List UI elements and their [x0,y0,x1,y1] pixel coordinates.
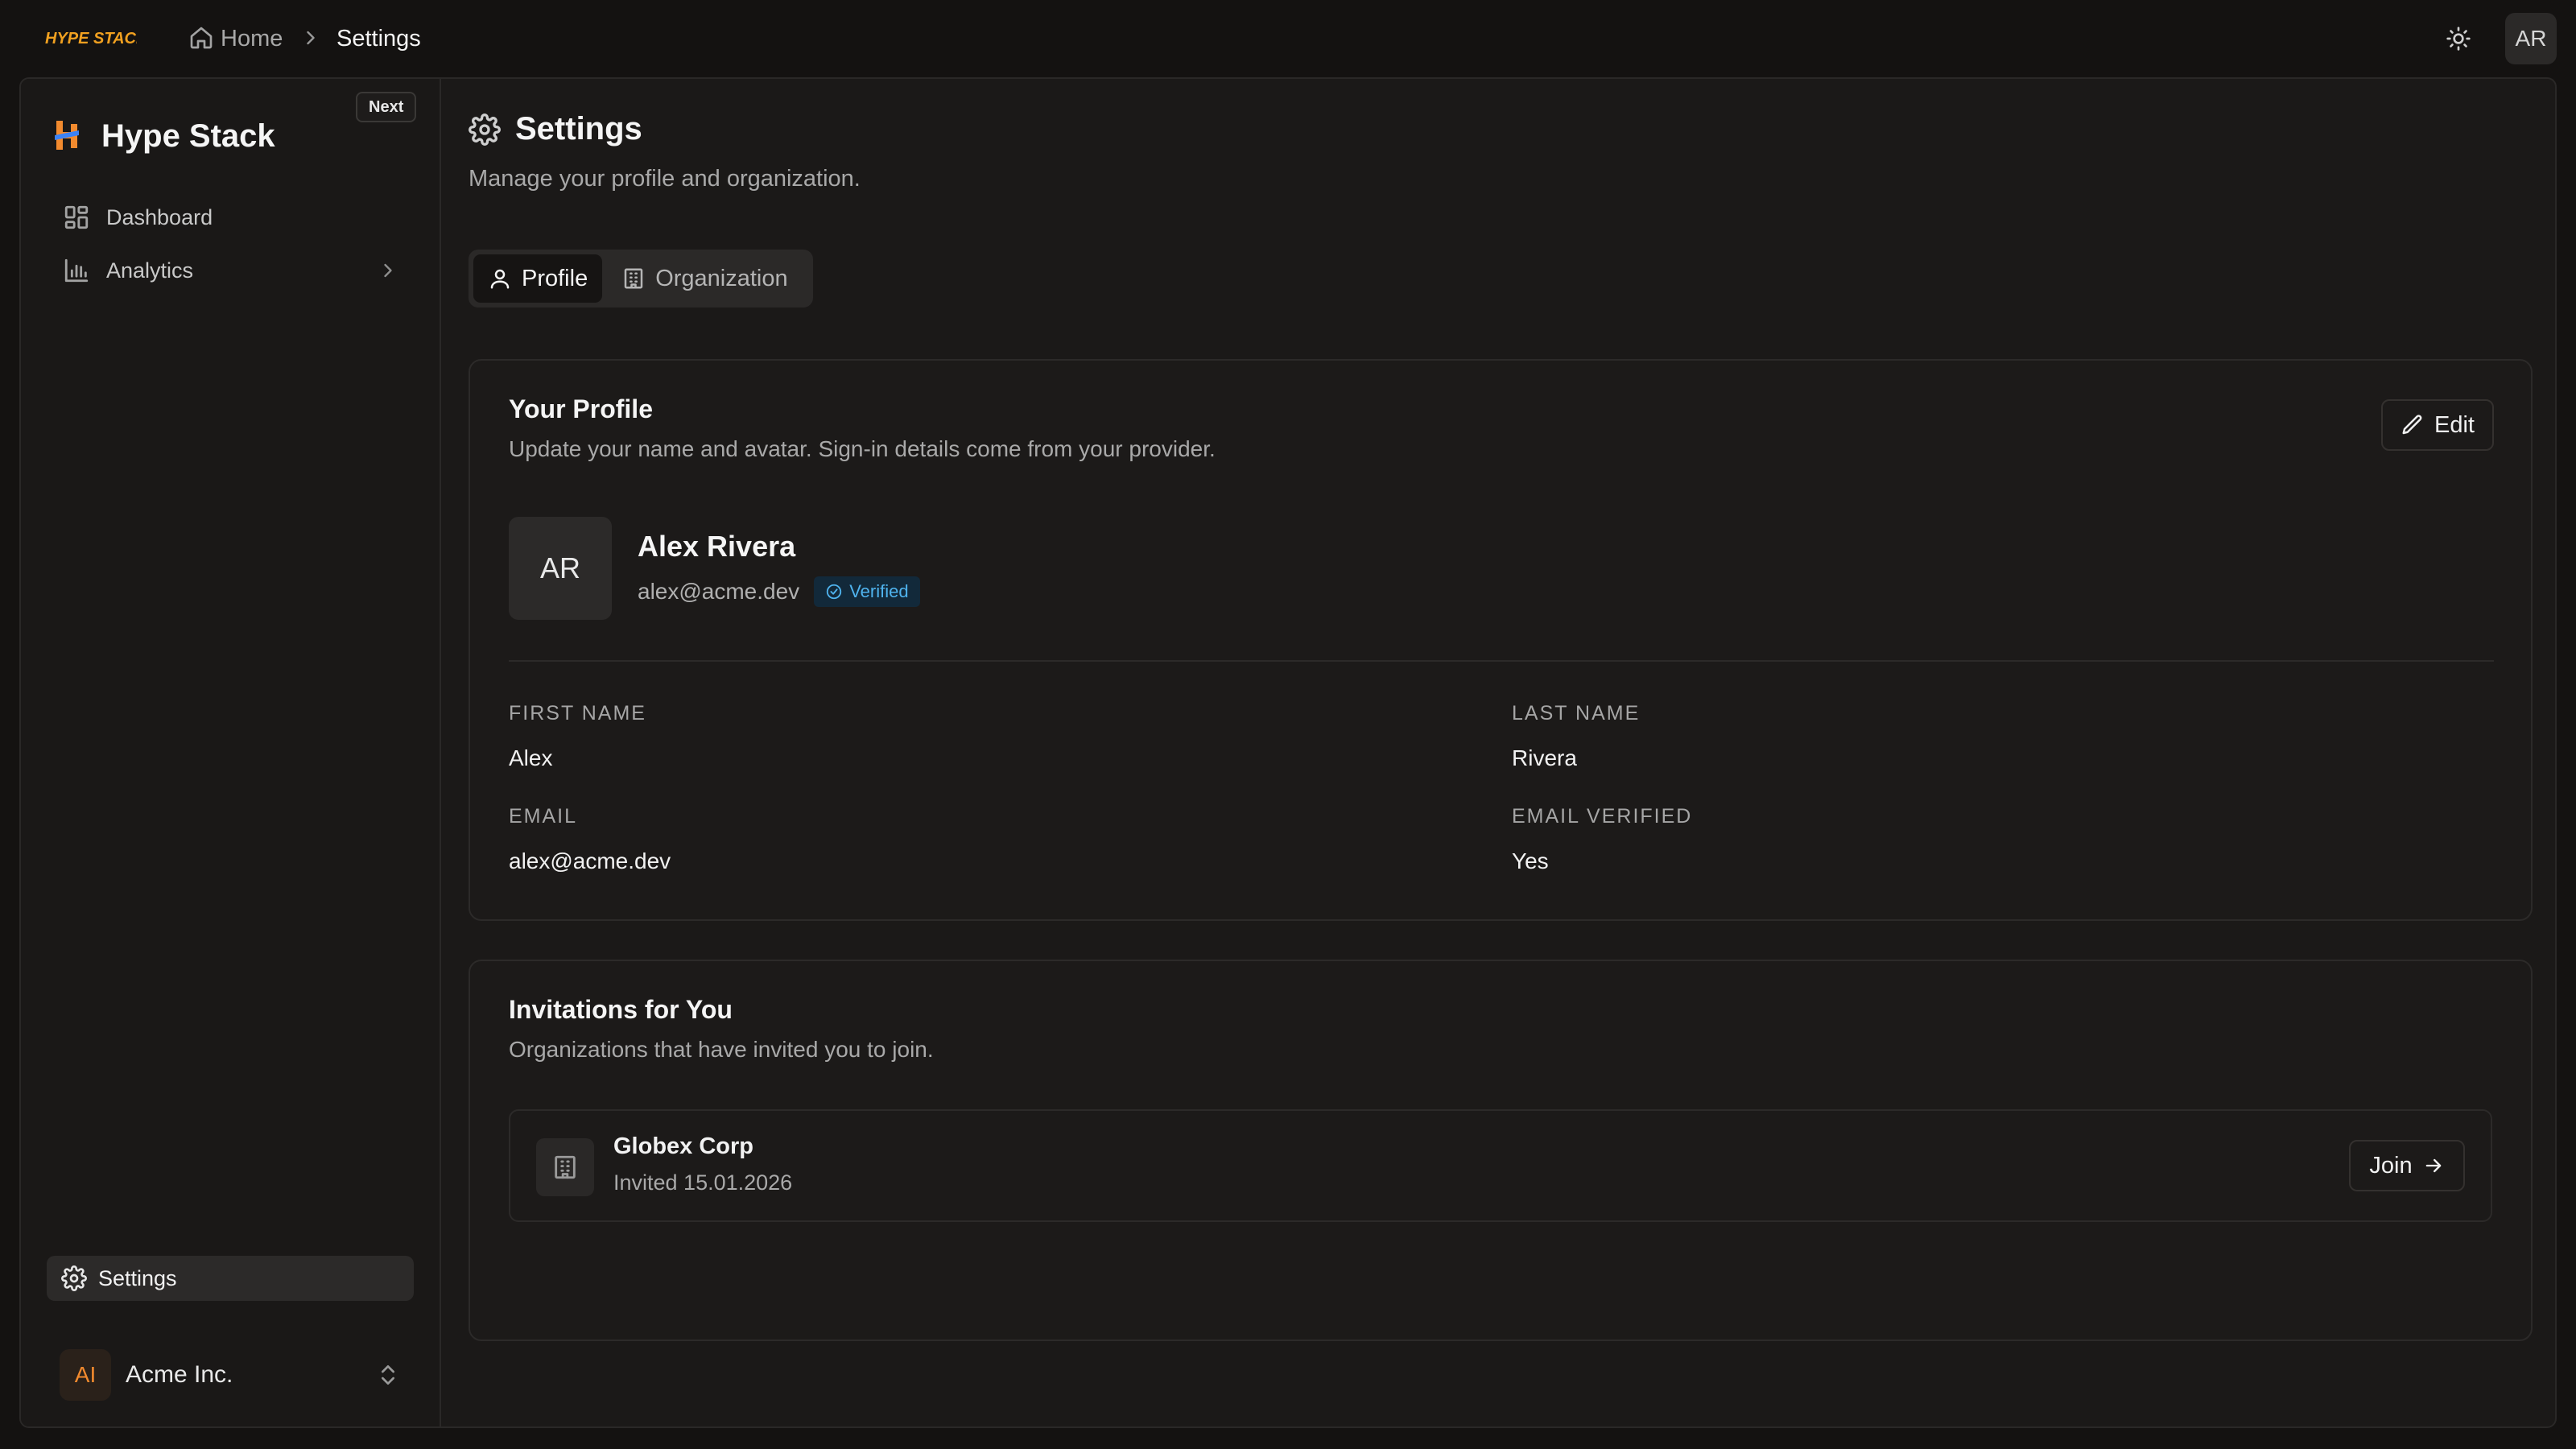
divider [509,660,2494,662]
email-verified-label: EMAIL VERIFIED [1512,805,1693,828]
building-icon [536,1138,594,1196]
profile-name: Alex Rivera [638,530,796,563]
sidebar: Hype Stack Next Dashboard Analytics Sett… [21,79,441,1426]
svg-text:HYPE STACK: HYPE STACK [45,30,137,47]
page-subtitle: Manage your profile and organization. [469,166,861,192]
org-avatar: AI [60,1349,111,1401]
arrow-right-icon [2425,1158,2441,1173]
join-button[interactable]: Join [2349,1140,2465,1191]
page-header: Settings [469,111,642,147]
edit-label: Edit [2434,411,2475,438]
sun-icon [2446,27,2471,51]
edit-profile-button[interactable]: Edit [2381,399,2494,451]
profile-email: alex@acme.dev [638,579,800,604]
user-avatar-button[interactable]: AR [2505,13,2557,64]
join-label: Join [2369,1152,2413,1179]
gear-icon [469,113,501,146]
sidebar-item-label: Analytics [106,258,194,283]
org-name: Acme Inc. [126,1361,233,1388]
sidebar-item-label: Dashboard [106,204,213,229]
first-name-value: Alex [509,745,553,770]
chevrons-up-down-icon [382,1365,394,1385]
breadcrumb-current: Settings [336,26,421,52]
chart-bar-icon [64,258,89,283]
page-title: Settings [515,111,642,147]
theme-toggle-button[interactable] [2442,23,2475,55]
tab-label: Organization [655,265,788,291]
tab-organization[interactable]: Organization [607,254,802,303]
tab-profile[interactable]: Profile [473,254,603,303]
brand-logo-icon [55,121,79,150]
sidebar-item-settings[interactable]: Settings [47,1256,414,1301]
profile-card: Your Profile Update your name and avatar… [469,359,2533,921]
email-value: alex@acme.dev [509,848,671,873]
email-label: EMAIL [509,805,578,828]
pencil-icon [2402,415,2422,435]
gear-icon [61,1265,87,1291]
dashboard-icon [64,205,89,229]
chevron-right-icon [299,27,322,49]
sidebar-item-dashboard[interactable]: Dashboard [45,195,415,240]
check-circle-icon [827,584,842,600]
top-bar: HYPE STACK Home Settings AR [0,0,2576,77]
next-badge: Next [356,92,417,122]
last-name-value: Rivera [1512,745,1577,770]
first-name-label: FIRST NAME [509,702,646,724]
email-verified-value: Yes [1512,848,1549,873]
invitations-card-subtitle: Organizations that have invited you to j… [509,1037,934,1062]
invitation-org-name: Globex Corp [613,1133,754,1159]
profile-email-row: alex@acme.dev Verified [638,576,920,607]
hype-stack-logo[interactable]: HYPE STACK [45,24,137,52]
verified-label: Verified [849,581,909,601]
chevron-right-icon [384,263,392,278]
last-name-label: LAST NAME [1512,702,1641,724]
invitation-item: Globex Corp Invited 15.01.2026 Join [509,1109,2492,1222]
sidebar-item-label: Settings [98,1265,177,1290]
invitation-date: Invited 15.01.2026 [613,1170,793,1195]
profile-avatar: AR [509,517,612,620]
breadcrumb-home[interactable]: Home [221,24,283,53]
home-icon[interactable] [188,25,214,51]
app-frame: Hype Stack Next Dashboard Analytics Sett… [19,77,2557,1428]
verified-badge: Verified [814,576,920,607]
tab-label: Profile [522,265,588,291]
organization-switcher[interactable]: AI Acme Inc. [60,1348,414,1402]
invitations-card-title: Invitations for You [509,995,733,1024]
brand-name: Hype Stack [101,118,275,154]
building-icon [624,268,643,289]
invitations-card: Invitations for You Organizations that h… [469,960,2533,1341]
settings-tabs: Profile Organization [469,250,813,308]
profile-card-subtitle: Update your name and avatar. Sign-in det… [509,436,1216,461]
user-icon [490,269,510,289]
profile-card-title: Your Profile [509,394,653,423]
sidebar-item-analytics[interactable]: Analytics [45,248,415,293]
